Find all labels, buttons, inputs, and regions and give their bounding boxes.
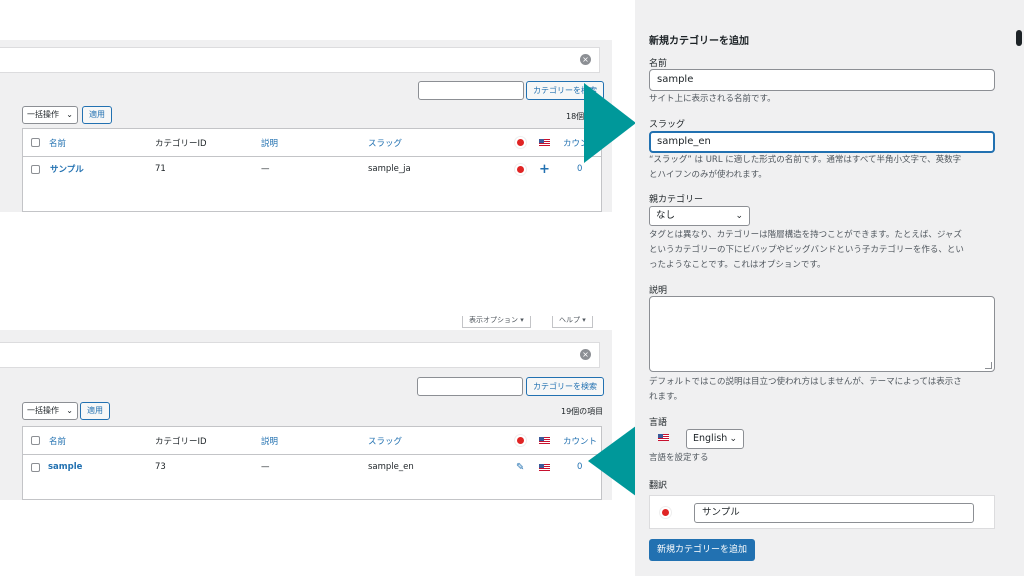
select-all-checkbox[interactable] <box>31 138 40 147</box>
parent-help-line-3: ったようなことです。これはオプションです。 <box>649 260 826 270</box>
language-label: 言語 <box>649 418 668 428</box>
category-table: 名前 カテゴリーID 説明 スラッグ カウン サンプル 71 — sample_… <box>22 128 602 212</box>
slug-label: スラッグ <box>649 120 686 130</box>
description-help-line-1: デフォルトではこの説明は目立つ使われ方はしませんが、テーマによっては表示さ <box>649 377 962 387</box>
table-row: sample 73 — sample_en ✎ 0 <box>23 455 601 479</box>
category-search-input[interactable] <box>417 377 523 396</box>
us-flag-icon <box>539 437 550 444</box>
table-header: 名前 カテゴリーID 説明 スラッグ カウント <box>23 427 601 455</box>
clear-icon[interactable]: × <box>580 349 591 360</box>
language-value: English <box>693 433 728 444</box>
parent-help-line-2: というカテゴリーの下にビバップやビッグバンドという子カテゴリーを作る、とい <box>649 245 964 255</box>
chevron-down-icon: ⌄ <box>66 406 73 415</box>
row-slug: sample_en <box>368 462 414 472</box>
japan-flag-icon <box>517 165 524 173</box>
arrow-left-icon <box>588 423 640 499</box>
filter-bar: × <box>0 342 600 368</box>
row-id: 71 <box>155 164 166 174</box>
category-list-before: × カテゴリーを検索 一括操作 ⌄ 適用 18個の 名前 カテゴリーID 説明 … <box>0 40 612 212</box>
apply-button[interactable]: 適用 <box>82 106 112 124</box>
language-help: 言語を設定する <box>649 453 709 463</box>
row-description: — <box>261 164 270 174</box>
parent-help-line-1: タグとは異なり、カテゴリーは階層構造を持つことができます。たとえば、ジャズ <box>649 230 962 240</box>
edit-translation-icon[interactable]: ✎ <box>516 455 524 479</box>
us-flag-icon <box>539 139 550 146</box>
row-count[interactable]: 0 <box>577 157 582 181</box>
column-name[interactable]: 名前 <box>49 129 66 156</box>
japan-flag-icon <box>517 437 524 444</box>
filter-bar: × <box>0 47 600 73</box>
translation-box: サンプル <box>649 495 995 529</box>
bulk-action-label: 一括操作 <box>27 110 59 119</box>
translation-label: 翻訳 <box>649 481 668 491</box>
name-help: サイト上に表示される名前です。 <box>649 94 776 104</box>
category-search-input[interactable] <box>418 81 524 100</box>
clear-icon[interactable]: × <box>580 54 591 65</box>
row-checkbox[interactable] <box>31 462 40 472</box>
column-id: カテゴリーID <box>155 138 207 149</box>
row-name-link[interactable]: sample <box>48 455 82 479</box>
name-input[interactable]: sample <box>649 69 995 91</box>
apply-button[interactable]: 適用 <box>80 402 110 420</box>
scrollbar[interactable] <box>1016 30 1022 46</box>
description-label: 説明 <box>649 286 668 296</box>
column-slug[interactable]: スラッグ <box>368 427 402 454</box>
parent-label: 親カテゴリー <box>649 195 704 205</box>
add-translation-icon[interactable]: + <box>539 157 550 181</box>
help-button[interactable]: ヘルプ ▾ <box>552 316 593 328</box>
arrow-right-icon <box>584 83 636 163</box>
item-count: 19個の項目 <box>561 407 604 416</box>
japan-flag-icon <box>517 139 524 146</box>
column-name[interactable]: 名前 <box>49 427 66 454</box>
row-checkbox[interactable] <box>31 164 40 174</box>
column-description[interactable]: 説明 <box>261 129 278 156</box>
category-table: 名前 カテゴリーID 説明 スラッグ カウント sample 73 — samp… <box>22 426 602 500</box>
japan-flag-icon <box>662 509 669 516</box>
slug-input[interactable]: sample_en <box>649 131 995 153</box>
bulk-action-label: 一括操作 <box>27 406 59 415</box>
chevron-down-icon: ⌄ <box>729 434 737 444</box>
row-name-link[interactable]: サンプル <box>50 157 84 181</box>
select-all-checkbox[interactable] <box>31 436 40 445</box>
form-title: 新規カテゴリーを追加 <box>649 36 749 47</box>
add-category-button[interactable]: 新規カテゴリーを追加 <box>649 539 756 561</box>
name-label: 名前 <box>649 59 668 69</box>
row-id: 73 <box>155 462 166 472</box>
column-description[interactable]: 説明 <box>261 427 278 454</box>
column-id: カテゴリーID <box>155 436 207 447</box>
row-count[interactable]: 0 <box>577 455 582 479</box>
description-textarea[interactable] <box>649 296 995 372</box>
us-flag-icon <box>539 463 550 471</box>
category-list-after: × カテゴリーを検索 一括操作 ⌄ 適用 19個の項目 名前 カテゴリーID 説… <box>0 330 612 500</box>
parent-category-value: なし <box>656 210 676 221</box>
table-row: サンプル 71 — sample_ja + 0 <box>23 157 601 181</box>
bulk-action-select[interactable]: 一括操作 ⌄ <box>22 402 78 420</box>
parent-category-select[interactable]: なし ⌄ <box>649 206 750 226</box>
slug-help-line-1: “スラッグ” は URL に適した形式の名前です。通常はすべて半角小文字で、英数… <box>649 155 962 165</box>
slug-help-line-2: とハイフンのみが使われます。 <box>649 170 767 180</box>
column-slug[interactable]: スラッグ <box>368 129 402 156</box>
screen-options-button[interactable]: 表示オプション ▾ <box>462 316 531 328</box>
us-flag-icon <box>658 434 669 441</box>
bulk-action-select[interactable]: 一括操作 ⌄ <box>22 106 78 124</box>
language-select[interactable]: English ⌄ <box>686 429 744 449</box>
table-header: 名前 カテゴリーID 説明 スラッグ カウン <box>23 129 601 157</box>
row-description: — <box>261 462 270 472</box>
description-help-line-2: れます。 <box>649 392 683 402</box>
row-slug: sample_ja <box>368 164 411 174</box>
chevron-down-icon: ⌄ <box>66 110 73 119</box>
add-category-panel: 新規カテゴリーを追加 名前 sample サイト上に表示される名前です。 スラッ… <box>635 0 1024 576</box>
translation-input[interactable]: サンプル <box>694 503 974 523</box>
category-search-button[interactable]: カテゴリーを検索 <box>526 377 604 396</box>
chevron-down-icon: ⌄ <box>735 211 743 221</box>
